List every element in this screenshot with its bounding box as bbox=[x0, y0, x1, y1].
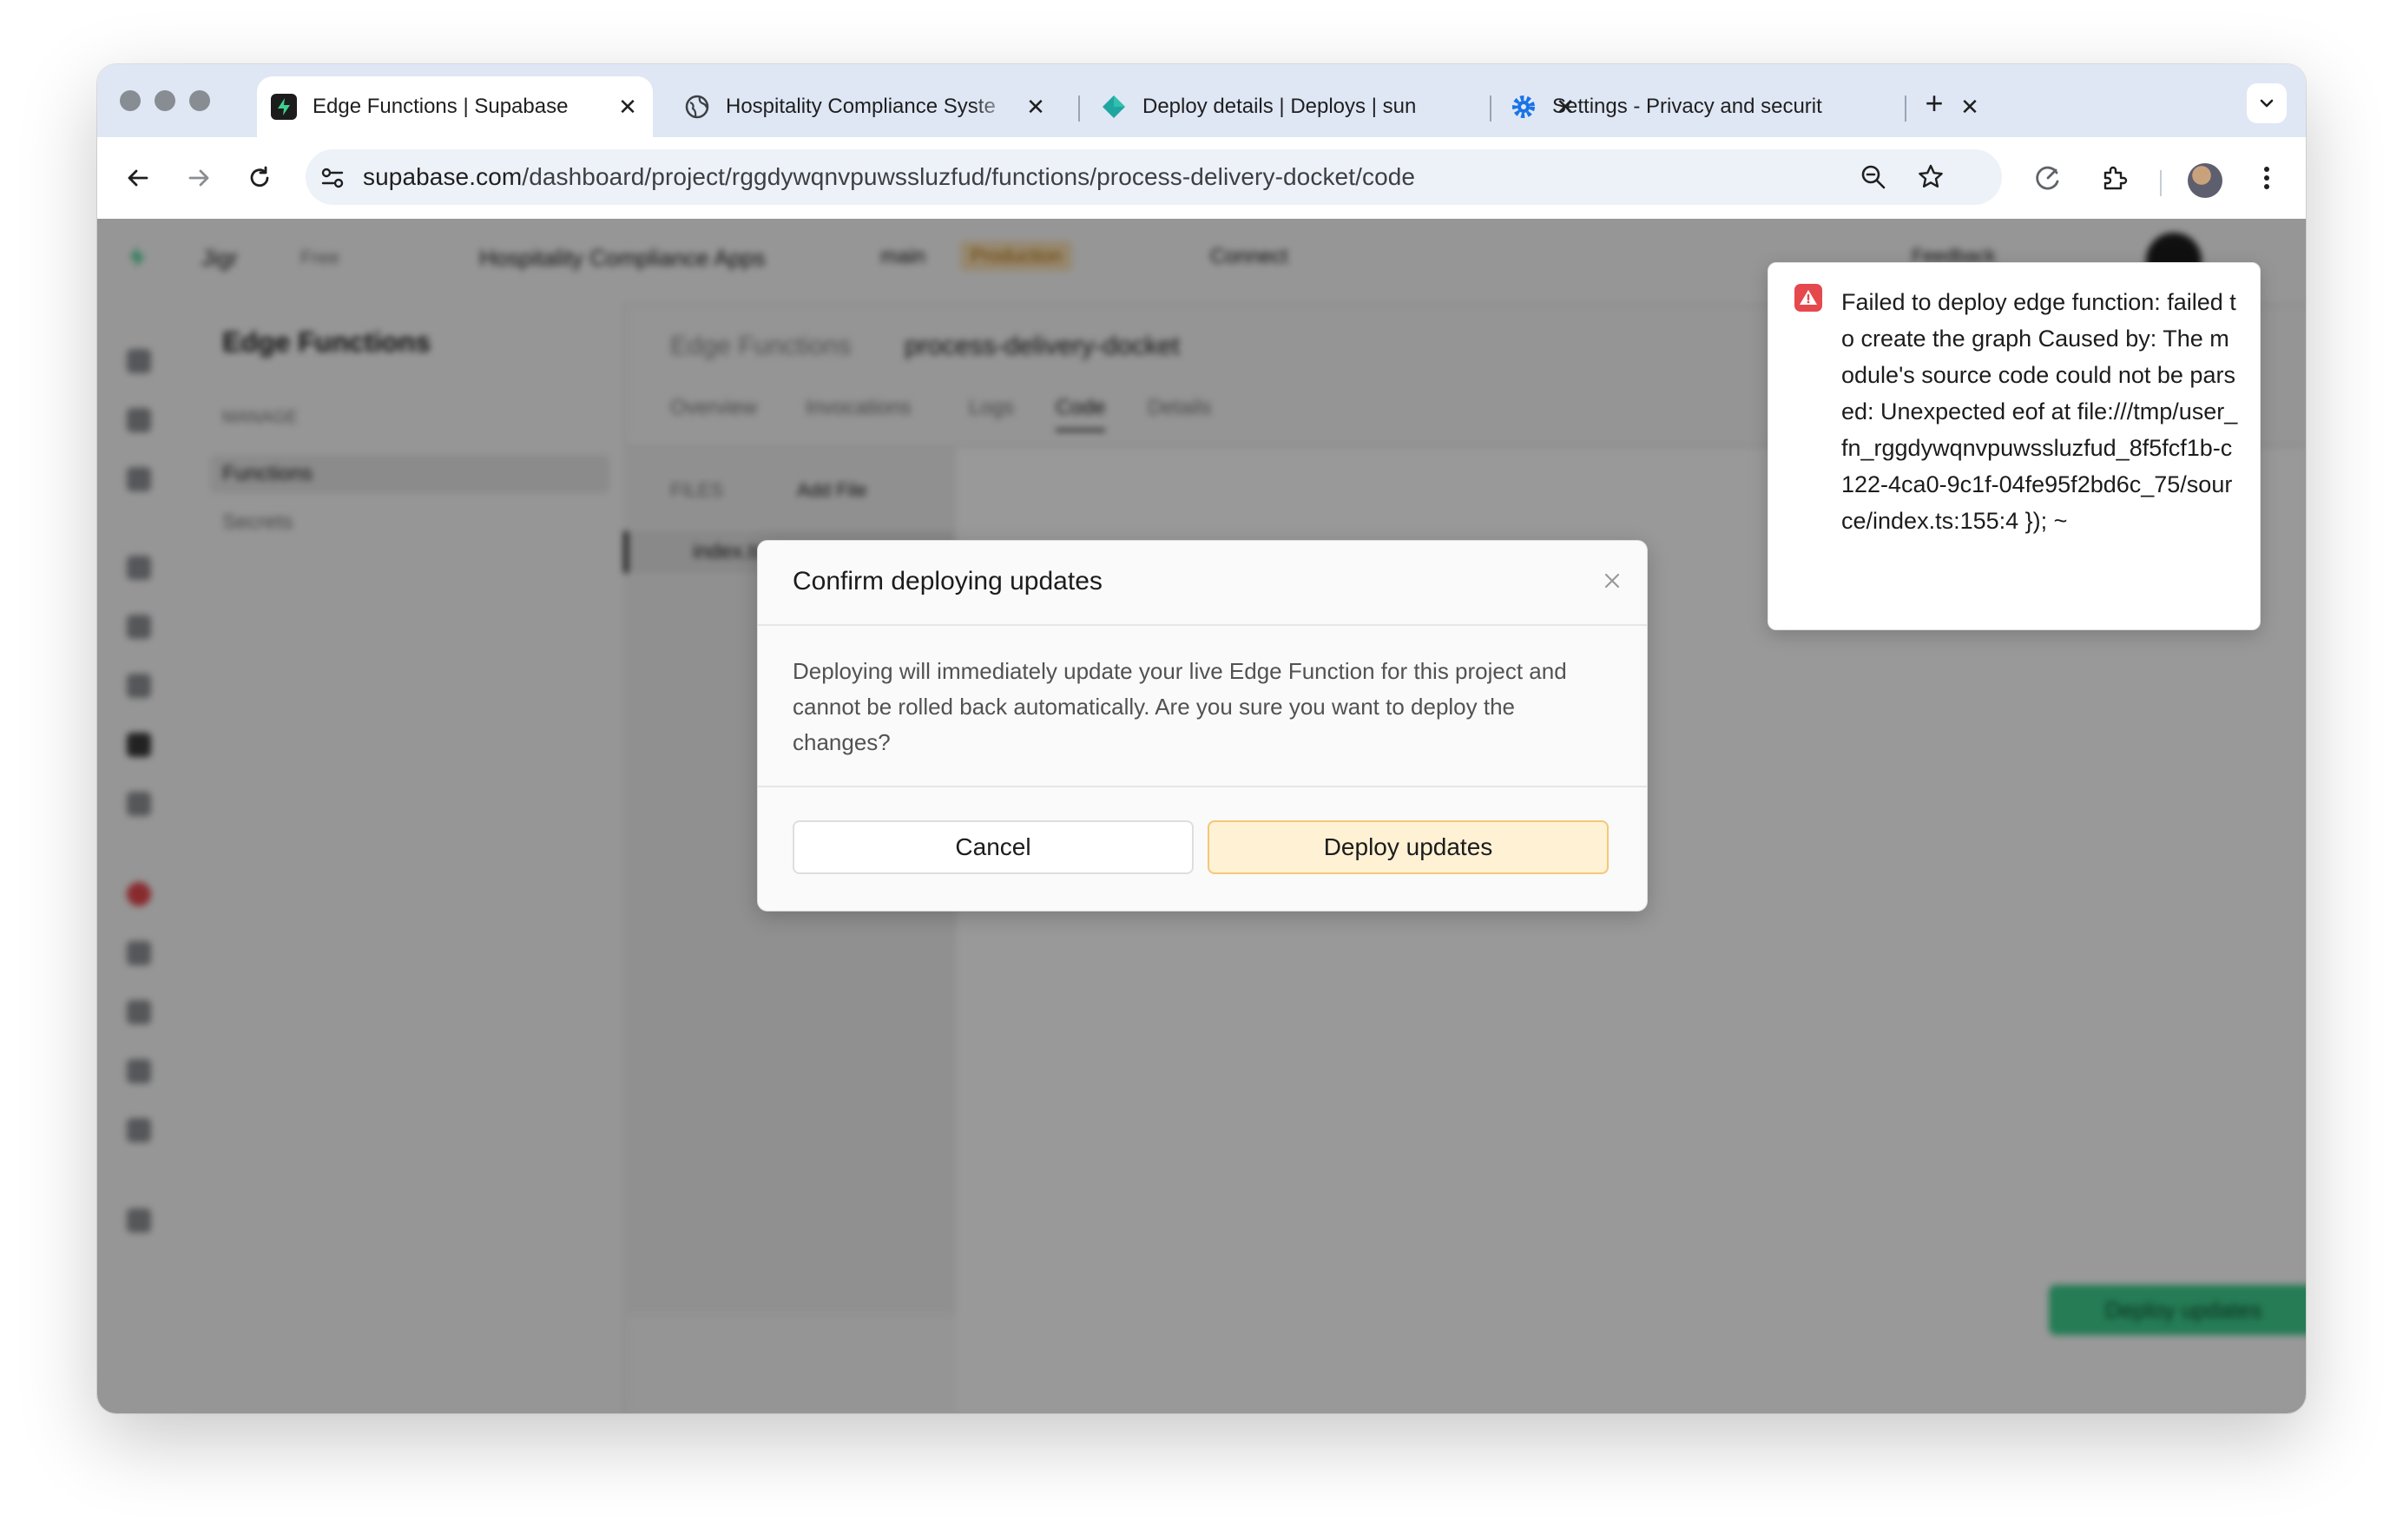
confirm-deploy-dialog: Confirm deploying updates Deploying will… bbox=[757, 540, 1648, 911]
address-bar[interactable]: supabase.com/dashboard/project/rggdywqnv… bbox=[306, 149, 2002, 205]
tab-separator bbox=[1905, 95, 1906, 122]
tab-title: Settings - Privacy and securit bbox=[1552, 95, 1822, 118]
zoom-icon[interactable] bbox=[1858, 161, 1889, 193]
tab-edge-functions[interactable]: Edge Functions | Supabase ✕ bbox=[257, 76, 653, 137]
browser-menu-button[interactable] bbox=[2247, 158, 2287, 198]
close-icon bbox=[1604, 573, 1620, 589]
dialog-divider bbox=[758, 786, 1647, 787]
chevron-down-icon bbox=[2260, 99, 2274, 108]
deploy-updates-button[interactable]: Deploy updates bbox=[1208, 820, 1609, 874]
bookmark-star-icon[interactable] bbox=[1915, 161, 1946, 193]
reload-button[interactable] bbox=[240, 158, 280, 198]
dialog-title: Confirm deploying updates bbox=[793, 567, 1103, 596]
error-toast: Failed to deploy edge function: failed t… bbox=[1768, 262, 2261, 630]
extensions-button[interactable] bbox=[2094, 158, 2134, 198]
history-icon bbox=[2036, 166, 2059, 190]
tab-title: Deploy details | Deploys | sun bbox=[1142, 95, 1417, 118]
close-window-button[interactable] bbox=[120, 90, 141, 111]
forward-button[interactable] bbox=[179, 158, 219, 198]
tab-strip: Edge Functions | Supabase ✕ Hospitality … bbox=[97, 64, 2306, 137]
tab-separator bbox=[1078, 95, 1080, 122]
extension-sync-button[interactable] bbox=[2028, 158, 2068, 198]
dialog-close-button[interactable] bbox=[1598, 567, 1626, 595]
site-info-icon[interactable] bbox=[318, 163, 347, 193]
dialog-body: Deploying will immediately update your l… bbox=[793, 658, 1567, 755]
toolbar-divider bbox=[2160, 170, 2162, 196]
url-host: supabase.com bbox=[363, 163, 523, 190]
gear-icon bbox=[1511, 94, 1537, 120]
url-path: /dashboard/project/rggdywqnvpuwssluzfud/… bbox=[522, 163, 1416, 190]
cancel-button[interactable]: Cancel bbox=[793, 820, 1194, 874]
browser-toolbar: supabase.com/dashboard/project/rggdywqnv… bbox=[97, 137, 2306, 220]
supabase-icon bbox=[271, 94, 297, 120]
zoom-window-button[interactable] bbox=[189, 90, 210, 111]
tab-title: Hospitality Compliance Syste bbox=[726, 95, 996, 118]
close-tab-icon[interactable]: ✕ bbox=[615, 94, 641, 120]
reload-icon bbox=[250, 166, 269, 188]
tab-search-button[interactable] bbox=[2247, 83, 2287, 123]
tab-title: Edge Functions | Supabase bbox=[313, 95, 569, 118]
arrow-left-icon bbox=[128, 169, 148, 187]
tab-hospitality-compliance[interactable]: Hospitality Compliance Syste ✕ bbox=[670, 76, 1061, 137]
minimize-window-button[interactable] bbox=[155, 90, 175, 111]
dialog-divider bbox=[758, 624, 1647, 626]
browser-window: Edge Functions | Supabase ✕ Hospitality … bbox=[97, 64, 2306, 1413]
toast-message: Failed to deploy edge function: failed t… bbox=[1841, 289, 2238, 534]
back-button[interactable] bbox=[118, 158, 158, 198]
tab-separator bbox=[1490, 95, 1491, 122]
url-text[interactable]: supabase.com/dashboard/project/rggdywqnv… bbox=[363, 163, 1415, 191]
puzzle-icon bbox=[2103, 166, 2128, 190]
close-tab-icon[interactable]: ✕ bbox=[1957, 94, 1983, 120]
netlify-icon bbox=[1101, 94, 1127, 120]
globe-icon bbox=[684, 94, 710, 120]
new-tab-button[interactable]: + bbox=[1919, 88, 1950, 120]
arrow-right-icon bbox=[188, 169, 209, 187]
profile-avatar[interactable] bbox=[2188, 163, 2222, 198]
more-vertical-icon bbox=[2264, 167, 2269, 189]
close-tab-icon[interactable]: ✕ bbox=[1023, 94, 1049, 120]
alert-triangle-icon bbox=[1794, 284, 1822, 312]
